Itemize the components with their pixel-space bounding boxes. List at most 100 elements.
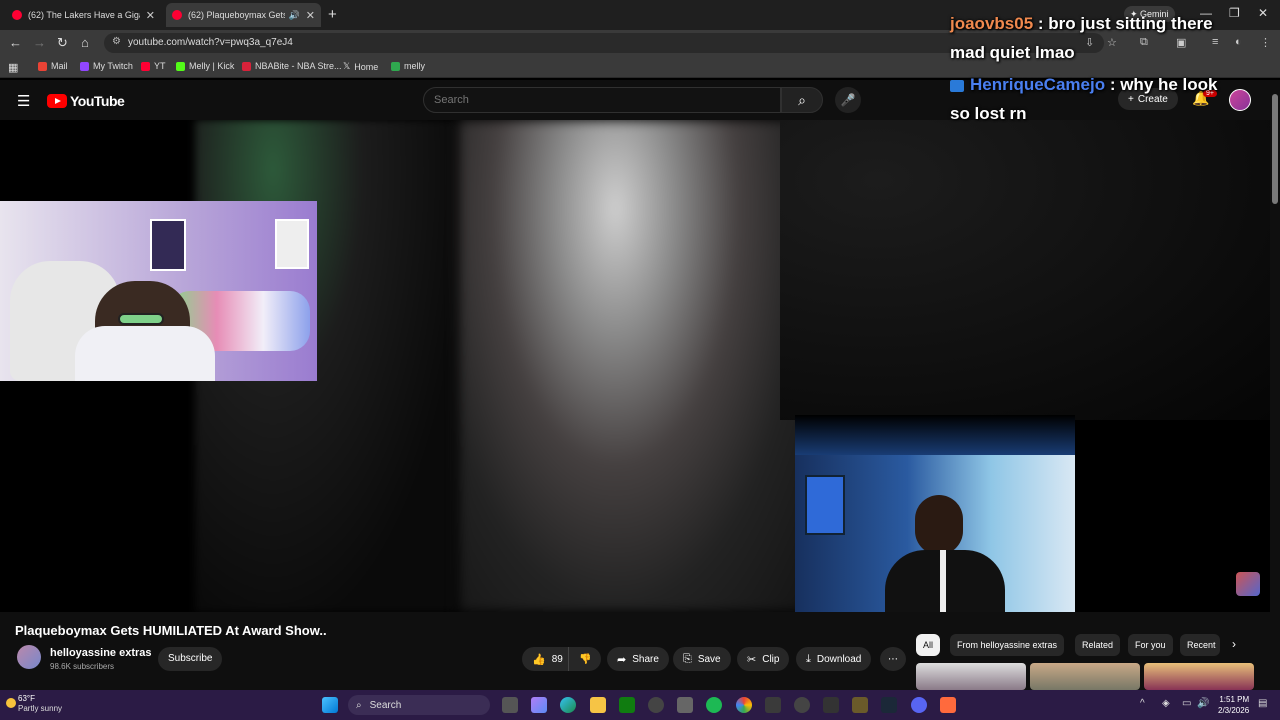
like-count: 89	[551, 653, 563, 665]
close-window-icon[interactable]: ✕	[1258, 6, 1268, 20]
more-menu-icon[interactable]: ⋮	[1260, 36, 1271, 49]
store-icon[interactable]	[677, 697, 693, 713]
search-input[interactable]	[434, 94, 764, 106]
download-icon: ⤓	[806, 652, 811, 665]
notification-center-icon[interactable]: ▤	[1258, 698, 1267, 709]
clock-date: 2/3/2026	[1218, 706, 1250, 715]
profile-icon[interactable]: ◐	[1235, 36, 1242, 48]
media-player-icon[interactable]	[794, 697, 810, 713]
close-tab-icon[interactable]: ✕	[306, 9, 315, 22]
chip-from-channel[interactable]: From helloyassine extras	[950, 634, 1065, 656]
windows-start-icon[interactable]	[322, 697, 338, 713]
task-view-icon[interactable]	[502, 697, 518, 713]
bookmark-kick[interactable]: Melly | Kick	[176, 61, 234, 71]
account-avatar[interactable]	[1229, 89, 1251, 111]
bookmark-melly[interactable]: melly	[391, 61, 425, 71]
chrome-icon[interactable]	[736, 697, 752, 713]
edge-icon[interactable]	[560, 697, 576, 713]
glasses	[118, 313, 164, 325]
youtube-icon	[141, 61, 150, 71]
like-button[interactable]: 👍 89	[522, 647, 571, 671]
youtube-logo[interactable]: YouTube	[47, 93, 125, 109]
speaker-icon[interactable]: 🔊	[289, 10, 300, 21]
app-icon[interactable]	[765, 697, 781, 713]
save-button[interactable]: ⎘ Save	[673, 647, 731, 671]
search-button[interactable]: ⌕	[781, 87, 823, 113]
spotify-icon[interactable]	[706, 697, 722, 713]
tray-app-icon[interactable]: ◈	[1162, 698, 1170, 709]
bookmark-home[interactable]: 𝕏 Home	[343, 61, 378, 72]
maximize-icon[interactable]: ❐	[1229, 6, 1240, 20]
channel-avatar[interactable]	[17, 645, 41, 669]
bookmark-label: Melly | Kick	[189, 61, 235, 71]
recommended-thumbnail[interactable]	[1030, 663, 1140, 690]
app-icon[interactable]	[940, 697, 956, 713]
discord-icon[interactable]	[911, 697, 927, 713]
install-icon[interactable]: ⇩	[1085, 36, 1094, 49]
bookmark-label: YT	[154, 61, 166, 71]
webcam-overlay-right	[795, 455, 1075, 612]
voice-search-button[interactable]: 🎤	[835, 87, 861, 113]
recommended-thumbnail[interactable]	[1144, 663, 1254, 690]
bookmark-mail[interactable]: Mail	[38, 61, 68, 71]
chat-text: : bro just sitting there	[1037, 14, 1213, 33]
search-icon: ⌕	[798, 92, 806, 108]
new-tab-icon[interactable]: +	[328, 6, 337, 23]
page-scrollbar[interactable]	[1270, 80, 1280, 690]
reading-list-icon[interactable]: ≡	[1212, 36, 1218, 48]
url-text: youtube.com/watch?v=pwq3a_q7eJ4	[128, 37, 293, 48]
clip-button[interactable]: ✂ Clip	[737, 647, 790, 671]
microphone-icon: 🎤	[840, 93, 856, 107]
back-icon[interactable]: ←	[9, 35, 22, 50]
chip-related[interactable]: Related	[1075, 634, 1121, 656]
app-icon[interactable]	[823, 697, 839, 713]
tab-plaqueboymax[interactable]: (62) Plaqueboymax Gets Hu 🔊 ✕	[166, 3, 321, 27]
save-label: Save	[697, 653, 721, 665]
steam-icon[interactable]	[881, 697, 897, 713]
reload-icon[interactable]: ↻	[57, 35, 68, 51]
thumbs-up-icon: 👍	[532, 653, 546, 666]
tab-lakers[interactable]: (62) The Lakers Have a Gigantic ✕	[6, 3, 161, 27]
site-info-icon[interactable]: ⚙	[112, 36, 121, 47]
channel-watermark-icon[interactable]	[1236, 572, 1260, 596]
bookmark-twitch[interactable]: My Twitch	[80, 61, 133, 71]
share-button[interactable]: ➦ Share	[607, 647, 669, 671]
forward-icon[interactable]: →	[33, 35, 46, 50]
chat-message-1-cont: mad quiet lmao	[950, 43, 1075, 63]
more-actions-button[interactable]: ⋯	[880, 647, 906, 671]
home-icon[interactable]: ⌂	[81, 35, 89, 50]
download-label: Download	[816, 653, 862, 665]
network-icon[interactable]: ▭	[1182, 698, 1191, 709]
chevron-right-icon[interactable]: ›	[1232, 637, 1236, 651]
apps-grid-icon[interactable]: ▦	[8, 61, 18, 74]
scrollbar-thumb[interactable]	[1272, 94, 1278, 204]
more-horizontal-icon: ⋯	[888, 653, 898, 665]
chip-for-you[interactable]: For you	[1128, 634, 1173, 656]
extensions-icon[interactable]: ⧉	[1140, 36, 1148, 49]
obs-icon[interactable]	[648, 697, 664, 713]
taskbar-search[interactable]: ⌕ Search	[348, 695, 490, 715]
chip-recent[interactable]: Recent	[1180, 634, 1220, 656]
volume-icon[interactable]: 🔊	[1197, 698, 1209, 709]
chip-all[interactable]: All	[916, 634, 941, 656]
split-view-icon[interactable]: ▣	[1176, 36, 1186, 49]
bookmark-yt[interactable]: YT	[141, 61, 166, 71]
head	[915, 495, 963, 555]
dislike-button[interactable]: 👎	[568, 647, 602, 671]
system-clock[interactable]: 1:51 PM 2/3/2026	[1218, 694, 1249, 716]
bookmark-star-icon[interactable]: ☆	[1107, 36, 1117, 49]
hamburger-menu-icon[interactable]: ☰	[17, 92, 30, 110]
recommended-thumbnail[interactable]	[916, 663, 1026, 690]
bookmark-nbabite[interactable]: NBABite - NBA Stre...	[242, 61, 342, 71]
xbox-icon[interactable]	[619, 697, 635, 713]
copilot-icon[interactable]	[531, 697, 547, 713]
tray-chevron-icon[interactable]: ^	[1140, 698, 1145, 709]
file-explorer-icon[interactable]	[590, 697, 606, 713]
close-tab-icon[interactable]: ✕	[146, 9, 155, 22]
channel-name[interactable]: helloyassine extras	[50, 647, 152, 659]
app-icon[interactable]	[852, 697, 868, 713]
chat-username: HenriqueCamejo	[970, 75, 1106, 94]
weather-widget[interactable]: 63°F Partly sunny	[18, 694, 62, 714]
download-button[interactable]: ⤓ Download	[796, 647, 872, 671]
subscribe-button[interactable]: Subscribe	[158, 647, 223, 671]
